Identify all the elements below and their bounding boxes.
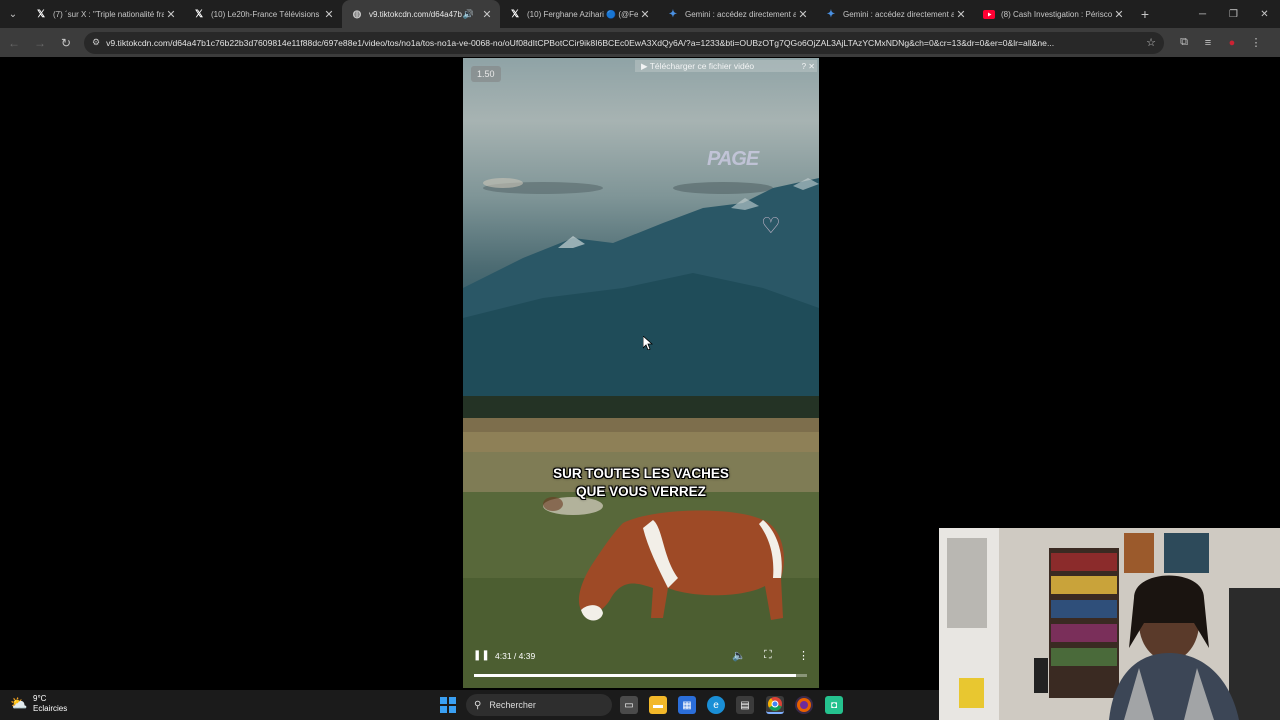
media-controls-icon[interactable]: ≡ <box>1196 36 1220 49</box>
tab-title: (10) Le20h-France Télévisions s <box>211 9 322 19</box>
reload-icon[interactable]: ↻ <box>54 31 78 55</box>
close-icon[interactable]: ✕ <box>638 8 652 21</box>
tab-cash-investigation[interactable]: (8) Cash Investigation : Périscol ✕ <box>974 0 1132 28</box>
weather-description: Eclaircies <box>33 704 68 713</box>
tab-title: Gemini : accédez directement a <box>685 9 796 19</box>
video-progress-bar[interactable] <box>474 674 807 677</box>
site-settings-icon[interactable]: ⚙ <box>92 37 100 48</box>
weather-widget[interactable]: ⛅ 9°C Eclaircies <box>10 694 67 714</box>
window-controls: ─ ❐ ✕ <box>1187 0 1280 28</box>
windows-taskbar: ⛅ 9°C Eclaircies ⚲ Rechercher ▭ ▬ ▦ e ▤ … <box>0 690 939 720</box>
close-icon[interactable]: ✕ <box>796 8 810 21</box>
browser-toolbar: ← → ↻ ⚙ v9.tiktokcdn.com/d64a47b1c76b22b… <box>0 28 1280 57</box>
tab-title: Gemini : accédez directement a <box>843 9 954 19</box>
back-arrow-icon[interactable]: ← <box>2 31 26 55</box>
task-view-icon[interactable]: ▭ <box>620 696 638 714</box>
file-explorer-icon[interactable]: ▬ <box>649 696 667 714</box>
firefox-icon[interactable] <box>795 696 813 714</box>
tab-gemini-1[interactable]: ✦ Gemini : accédez directement a ✕ <box>658 0 816 28</box>
tab-le20h[interactable]: 𝕏 (10) Le20h-France Télévisions s ✕ <box>184 0 342 28</box>
tab-title: (10) Ferghane Azihari 🔵 (@Fe <box>527 9 638 19</box>
globe-icon: ◍ <box>352 8 362 20</box>
tab-strip: ⌄ 𝕏 (7) ´sur X : "Triple nationalité fra… <box>0 0 1280 28</box>
tab-gemini-2[interactable]: ✦ Gemini : accédez directement a ✕ <box>816 0 974 28</box>
tab-title: v9.tiktokcdn.com/d64a47b <box>369 9 462 19</box>
bookmark-star-icon[interactable]: ☆ <box>1146 36 1156 49</box>
weather-temperature: 9°C <box>33 694 47 703</box>
x-logo-icon: 𝕏 <box>510 8 520 20</box>
close-icon[interactable]: ✕ <box>480 8 494 21</box>
gemini-icon: ✦ <box>826 8 836 20</box>
search-placeholder: Rechercher <box>489 700 536 710</box>
store-bag-icon[interactable]: ▤ <box>736 696 754 714</box>
extensions-icon[interactable]: ⧉ <box>1172 36 1196 49</box>
x-logo-icon: 𝕏 <box>194 8 204 20</box>
address-bar[interactable]: ⚙ v9.tiktokcdn.com/d64a47b1c76b22b3d7609… <box>84 31 1164 54</box>
tab-title: (7) ´sur X : "Triple nationalité fra <box>53 9 164 19</box>
minimize-icon[interactable]: ─ <box>1187 0 1218 28</box>
partly-sunny-icon: ⛅ <box>10 695 28 711</box>
taskbar-search[interactable]: ⚲ Rechercher <box>466 694 612 716</box>
tab-title: (8) Cash Investigation : Périscol <box>1001 9 1112 19</box>
fullscreen-icon[interactable]: ⛶ <box>764 649 772 662</box>
subtitle-line-2: QUE VOUS VERREZ <box>576 484 706 499</box>
download-bar-controls[interactable]: ? ✕ <box>802 62 817 71</box>
video-controls: ❚❚ 4:31 / 4:39 🔈 ⛶ ⋮ <box>463 646 819 688</box>
chrome-icon[interactable] <box>766 696 784 714</box>
tab-x-triple-nationalite[interactable]: 𝕏 (7) ´sur X : "Triple nationalité fra ✕ <box>26 0 184 28</box>
playback-speed-badge[interactable]: 1.50 <box>471 66 501 82</box>
gemini-icon: ✦ <box>668 8 678 20</box>
video-time: 4:31 / 4:39 <box>495 651 536 661</box>
video-player[interactable]: 1.50 ▶ Télécharger ce fichier vidéo ? ✕ … <box>463 58 819 688</box>
url-text[interactable]: v9.tiktokcdn.com/d64a47b1c76b22b3d760981… <box>106 38 1140 48</box>
microsoft-store-icon[interactable]: ▦ <box>678 696 696 714</box>
download-video-bar[interactable]: ▶ Télécharger ce fichier vidéo ? ✕ <box>635 60 817 72</box>
video-progress-fill <box>474 674 797 677</box>
more-options-icon[interactable]: ⋮ <box>798 649 809 662</box>
subtitle-line-1: SUR TOUTES LES VACHES <box>553 466 729 481</box>
video-subtitle: SUR TOUTES LES VACHES QUE VOUS VERREZ <box>463 465 819 501</box>
webcam-overlay <box>939 528 1280 720</box>
close-window-icon[interactable]: ✕ <box>1249 0 1280 28</box>
webcam-image <box>939 528 1280 720</box>
speaker-icon[interactable]: 🔊 <box>463 9 474 20</box>
restore-icon[interactable]: ❐ <box>1218 0 1249 28</box>
menu-kebab-icon[interactable]: ⋮ <box>1244 36 1268 49</box>
volume-icon[interactable]: 🔈 <box>732 649 746 662</box>
video-watermark: PAGE <box>707 148 759 170</box>
profile-avatar-icon[interactable]: ● <box>1220 36 1244 49</box>
close-icon[interactable]: ✕ <box>954 8 968 21</box>
close-icon[interactable]: ✕ <box>322 8 336 21</box>
close-icon[interactable]: ✕ <box>164 8 178 21</box>
tab-tiktokcdn[interactable]: ◍ v9.tiktokcdn.com/d64a47b 🔊 ✕ <box>342 0 500 28</box>
tab-search-button[interactable]: ⌄ <box>0 0 26 28</box>
tab-ferghane[interactable]: 𝕏 (10) Ferghane Azihari 🔵 (@Fe ✕ <box>500 0 658 28</box>
close-icon[interactable]: ✕ <box>1112 8 1126 21</box>
forward-arrow-icon[interactable]: → <box>28 31 52 55</box>
x-logo-icon: 𝕏 <box>36 8 46 20</box>
windows-start-icon[interactable] <box>440 697 456 713</box>
pause-icon[interactable]: ❚❚ <box>473 650 490 661</box>
video-frame-image <box>463 178 819 688</box>
download-label[interactable]: ▶ Télécharger ce fichier vidéo <box>641 61 754 72</box>
new-tab-button[interactable]: + <box>1132 0 1158 28</box>
youtube-icon <box>983 8 995 20</box>
heart-icon: ♡ <box>761 213 781 238</box>
search-icon: ⚲ <box>474 699 482 711</box>
obs-app-icon[interactable]: ◘ <box>825 696 843 714</box>
edge-browser-icon[interactable]: e <box>707 696 725 714</box>
mouse-cursor-icon <box>643 336 653 350</box>
